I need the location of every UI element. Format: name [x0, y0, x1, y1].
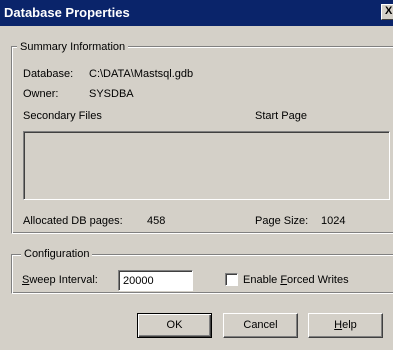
- database-path: C:\DATA\Mastsql.gdb: [89, 68, 194, 80]
- start-page-column-header: Start Page: [255, 110, 307, 122]
- help-button[interactable]: Help: [308, 313, 383, 338]
- configuration-legend: Configuration: [21, 247, 93, 261]
- page-size-value: 1024: [321, 215, 346, 227]
- enable-forced-writes-checkbox[interactable]: [225, 273, 238, 286]
- allocated-db-pages-label: Allocated DB pages:: [23, 215, 123, 227]
- close-button[interactable]: X: [381, 4, 393, 20]
- database-label: Database:: [23, 68, 74, 80]
- enable-forced-writes-label-pre: Enable: [243, 274, 281, 286]
- ok-button[interactable]: OK: [137, 313, 212, 338]
- sweep-interval-label: Sweep Interval:: [22, 273, 98, 287]
- sweep-interval-input[interactable]: 20000: [118, 270, 193, 291]
- help-button-label: elp: [342, 319, 357, 331]
- summary-information-legend: Summary Information: [17, 40, 129, 54]
- owner-value: SYSDBA: [89, 88, 134, 100]
- page-size-label: Page Size:: [255, 215, 309, 227]
- enable-forced-writes-label-post: orced Writes: [287, 274, 349, 286]
- secondary-files-list[interactable]: [23, 131, 390, 200]
- database-properties-dialog: Database Properties X Summary Informatio…: [0, 0, 393, 350]
- window-title: Database Properties: [4, 5, 130, 20]
- allocated-db-pages-value: 458: [147, 215, 166, 227]
- title-bar[interactable]: Database Properties X: [0, 0, 393, 26]
- help-mnemonic: H: [334, 319, 343, 331]
- enable-forced-writes-label[interactable]: Enable Forced Writes: [243, 273, 349, 287]
- cancel-button[interactable]: Cancel: [223, 313, 298, 338]
- close-icon: X: [385, 5, 393, 17]
- secondary-files-column-header: Secondary Files: [23, 110, 102, 122]
- sweep-interval-label-text: weep Interval:: [29, 274, 98, 286]
- owner-label: Owner:: [23, 88, 59, 100]
